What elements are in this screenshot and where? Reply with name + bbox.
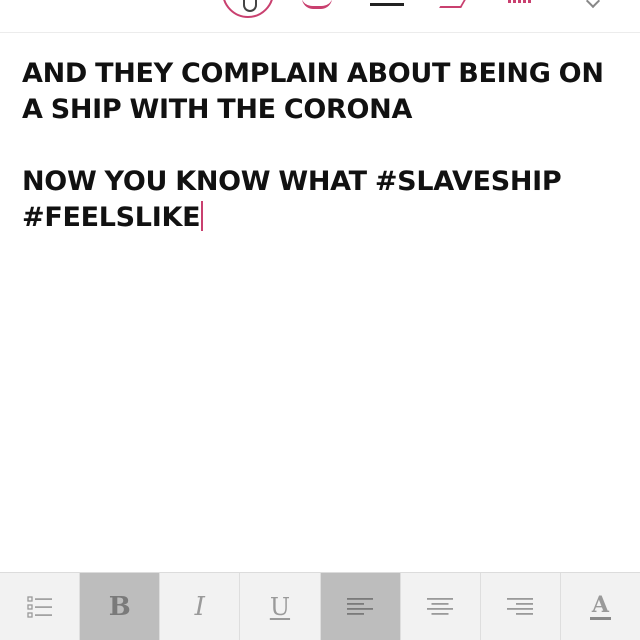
- bullet-list-icon: [26, 596, 53, 618]
- align-center-icon: [427, 597, 454, 617]
- text-style-icon[interactable]: [222, 0, 274, 18]
- bold-button[interactable]: B: [80, 573, 161, 640]
- bullet-list-button[interactable]: [0, 573, 81, 640]
- line-icon[interactable]: [370, 3, 404, 6]
- editor-paragraph: AND THEY COMPLAIN ABOUT BEING ON A SHIP …: [22, 58, 612, 125]
- text-editor[interactable]: AND THEY COMPLAIN ABOUT BEING ON A SHIP …: [22, 56, 622, 556]
- align-right-button[interactable]: [481, 573, 561, 640]
- italic-icon: I: [194, 592, 205, 622]
- align-left-icon: [347, 597, 374, 617]
- text-color-icon: A: [589, 592, 611, 620]
- editor-paragraph: NOW YOU KNOW WHAT #SLAVESHIP #FEELSLIKE: [22, 164, 622, 236]
- align-right-icon: [507, 597, 534, 617]
- italic-button[interactable]: I: [160, 573, 241, 640]
- editor-paragraph-text: NOW YOU KNOW WHAT #SLAVESHIP #FEELSLIKE: [22, 166, 570, 233]
- text-color-button[interactable]: A: [561, 573, 640, 640]
- stats-icon[interactable]: [508, 0, 532, 3]
- text-caret: [201, 201, 204, 231]
- underline-button[interactable]: U: [240, 573, 321, 640]
- editor-blank-line: [22, 128, 622, 164]
- bold-icon: B: [108, 592, 131, 622]
- top-toolbar: [0, 0, 640, 33]
- sticker-icon[interactable]: [439, 0, 467, 8]
- underline-icon: U: [269, 593, 291, 621]
- brush-icon[interactable]: [302, 0, 332, 9]
- align-left-button[interactable]: [320, 573, 401, 640]
- note-editor-screen: AND THEY COMPLAIN ABOUT BEING ON A SHIP …: [0, 0, 640, 640]
- format-toolbar: B I U A: [0, 572, 640, 640]
- done-icon[interactable]: [585, 0, 601, 9]
- align-center-button[interactable]: [401, 573, 481, 640]
